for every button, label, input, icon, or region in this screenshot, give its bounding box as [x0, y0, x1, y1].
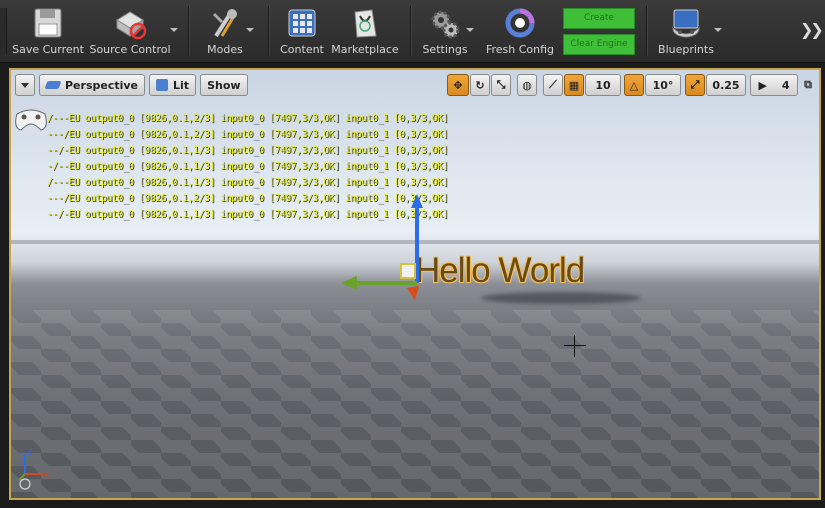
transform-gizmo[interactable]: [331, 188, 441, 308]
scale-snap-toggle[interactable]: ⤢: [685, 74, 705, 96]
create-button[interactable]: Create: [563, 8, 635, 29]
stats-line: /---EU output0_0 [9826,0.1,1/3] input0_0…: [47, 177, 449, 188]
scale-mode-button[interactable]: ⤡: [491, 74, 511, 96]
scale-snap-value[interactable]: 0.25: [706, 74, 746, 96]
stats-line: /---EU output0_0 [9826,0.1,2/3] input0_0…: [47, 113, 449, 124]
stats-line: -/--EU output0_0 [9826,0.1,1/3] input0_0…: [47, 161, 449, 172]
perspective-camera-icon: [44, 81, 62, 89]
toolbar-separator: [188, 6, 190, 56]
save-current-label: Save Current: [12, 43, 84, 56]
toolbar-separator: [410, 6, 412, 56]
rotate-icon: ↻: [475, 78, 485, 92]
camera-speed-value: 4: [781, 78, 790, 92]
content-grid-icon: [285, 6, 319, 40]
translate-mode-button[interactable]: ✥: [447, 74, 469, 96]
lit-label: Lit: [173, 78, 190, 92]
axis-z-label: Z: [27, 448, 33, 457]
move-arrows-icon: ✥: [453, 78, 463, 92]
scale-arrow-icon: ⤢: [690, 78, 700, 91]
blueprints-label: Blueprints: [658, 43, 714, 56]
surface-snap-icon: ⟋: [549, 78, 557, 91]
world-space-button[interactable]: ◍: [517, 74, 537, 96]
blueprints-gamepad-icon: [669, 6, 703, 40]
viewport-left-controls: Perspective Lit Show: [15, 74, 248, 98]
maximize-viewport-icon[interactable]: ⧉: [801, 74, 815, 96]
perspective-label: Perspective: [65, 78, 139, 92]
content-label: Content: [280, 43, 324, 56]
grid-snap-value[interactable]: 10: [585, 74, 621, 96]
lit-button[interactable]: Lit: [149, 74, 197, 96]
axis-x-label: X: [44, 470, 50, 479]
gizmo-plane-handle: [400, 263, 416, 279]
chevron-down-icon: [21, 82, 29, 88]
main-toolbar: Save Current Source Control Modes Conten…: [0, 0, 825, 63]
checker-floor: [11, 310, 819, 498]
toolbar-separator: [268, 6, 270, 56]
stats-line: ---/EU output0_0 [9826,0.1,2/3] input0_0…: [47, 129, 449, 140]
settings-label: Settings: [422, 43, 468, 56]
chevron-down-icon[interactable]: [714, 28, 722, 32]
camera-speed-button[interactable]: ▶ 4: [750, 74, 798, 96]
modes-label: Modes: [207, 43, 243, 56]
stats-line: --/-EU output0_0 [9826,0.1,1/3] input0_0…: [47, 145, 449, 156]
fresh-config-button[interactable]: Fresh Config: [484, 0, 556, 62]
settings-gears-icon: [428, 6, 462, 40]
angle-icon: △: [629, 78, 639, 92]
lit-cube-icon: [156, 79, 169, 91]
axis-indicator: Z X: [18, 448, 50, 490]
gizmo-x-arrowhead: [407, 286, 419, 300]
crosshair-vertical: [574, 335, 575, 357]
source-control-button[interactable]: Source Control: [88, 0, 178, 62]
globe-icon: ◍: [522, 78, 532, 92]
show-button[interactable]: Show: [200, 74, 248, 96]
rotation-snap-value[interactable]: 10°: [645, 74, 681, 96]
settings-button[interactable]: Settings: [420, 0, 474, 62]
source-control-label: Source Control: [89, 43, 171, 56]
marketplace-button[interactable]: Marketplace: [331, 0, 399, 62]
help-icon: [19, 478, 31, 490]
perspective-button[interactable]: Perspective: [39, 74, 146, 96]
floppy-disk-icon: [31, 6, 65, 40]
marketplace-label: Marketplace: [331, 43, 399, 56]
gizmo-y-arrowhead: [341, 276, 357, 290]
clear-engine-button[interactable]: Clear Engine: [563, 34, 635, 55]
modes-button[interactable]: Modes: [198, 0, 254, 62]
gizmo-z-arrowhead: [411, 194, 423, 208]
scale-icon: ⤡: [496, 78, 506, 91]
rotation-snap-toggle[interactable]: △: [624, 74, 644, 96]
grid-snap-toggle[interactable]: ▦: [564, 74, 584, 96]
text-shadow: [481, 292, 641, 304]
level-viewport[interactable]: Perspective Lit Show ✥ ↻ ⤡ ◍ ⟋ ▦ 10 △ 10…: [9, 68, 821, 500]
chevron-down-icon[interactable]: [170, 28, 178, 32]
source-control-disabled-icon: [113, 6, 147, 40]
chevron-double-right-icon[interactable]: ❯❯: [800, 20, 824, 39]
save-current-button[interactable]: Save Current: [12, 0, 84, 62]
fresh-config-ring-icon: [503, 6, 537, 40]
modes-tools-icon: [208, 6, 242, 40]
chevron-down-icon[interactable]: [246, 28, 254, 32]
crosshair-horizontal: [564, 345, 586, 346]
gamepad-icon: [13, 100, 49, 140]
marketplace-bag-icon: [348, 6, 382, 40]
chevron-down-icon[interactable]: [466, 28, 474, 32]
toolbar-grip: [0, 8, 7, 54]
camera-icon: ▶: [758, 78, 767, 92]
grid-icon: ▦: [568, 78, 580, 92]
viewport-options-button[interactable]: [15, 74, 35, 96]
fresh-config-label: Fresh Config: [485, 43, 555, 56]
blueprints-button[interactable]: Blueprints: [656, 0, 722, 62]
rotate-mode-button[interactable]: ↻: [470, 74, 490, 96]
toolbar-separator: [646, 6, 648, 56]
content-button[interactable]: Content: [278, 0, 326, 62]
surface-snap-button[interactable]: ⟋: [543, 74, 563, 96]
